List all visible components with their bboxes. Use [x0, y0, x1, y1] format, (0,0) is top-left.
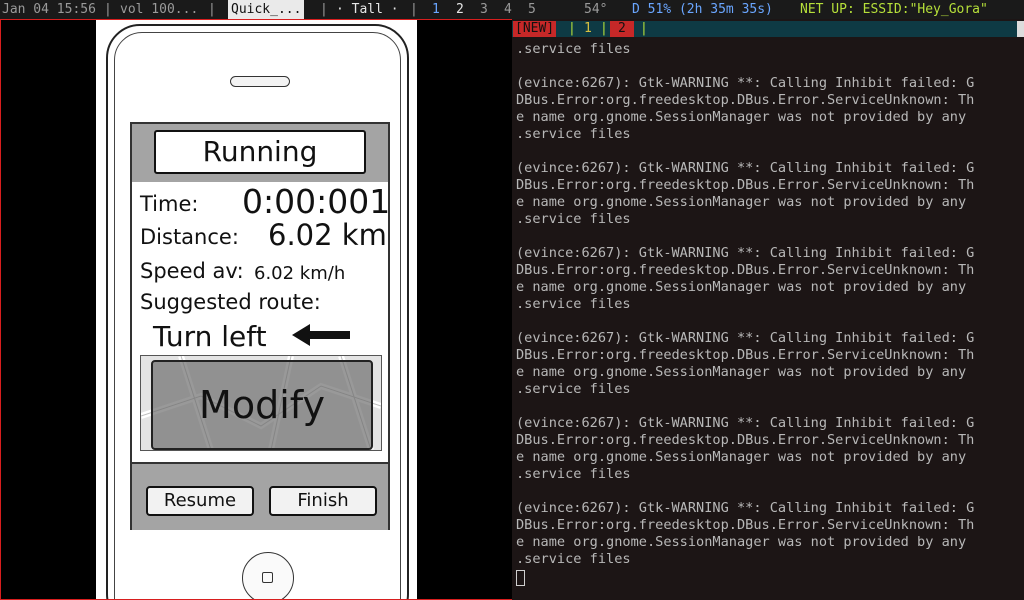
terminal-line: DBus.Error:org.freedesktop.DBus.Error.Se… [516, 262, 975, 278]
terminal-line: e name org.gnome.SessionManager was not … [516, 194, 967, 210]
terminal-line: .service files [516, 296, 631, 312]
home-square-icon [262, 572, 273, 583]
terminal-output[interactable]: .service files (evince:6267): Gtk-WARNIN… [516, 41, 1021, 568]
status-bar: Jan 04 15:56 | vol 100... | Quick_... | … [0, 0, 1024, 19]
battery-status: D 51% (2h 35m 35s) [632, 2, 773, 17]
terminal-line: DBus.Error:org.freedesktop.DBus.Error.Se… [516, 92, 975, 108]
terminal-line: .service files [516, 466, 631, 482]
terminal-window[interactable]: [NEW] | 1 | 2 | .service files (evince:6… [512, 19, 1024, 600]
home-button[interactable] [242, 552, 294, 599]
tmux-tab-bar: [NEW] | 1 | 2 | [512, 21, 1017, 37]
cpu-temperature: 54° [584, 2, 608, 17]
modify-button[interactable]: Modify [151, 360, 373, 450]
terminal-line: e name org.gnome.SessionManager was not … [516, 364, 967, 380]
terminal-line: .service files [516, 126, 631, 142]
tab-separator: | [600, 21, 608, 36]
status-title: Running [154, 130, 366, 174]
network-status: NET UP: ESSID:"Hey_Gora" [800, 2, 988, 17]
active-window-title[interactable]: Quick_... [228, 0, 305, 19]
bar-separator: | [104, 2, 112, 17]
terminal-line: DBus.Error:org.freedesktop.DBus.Error.Se… [516, 517, 975, 533]
tab-separator: | [568, 21, 576, 36]
mockup-canvas: Running Time: 0:00:001 Distance: 6.02 km… [96, 20, 417, 599]
terminal-line: (evince:6267): Gtk-WARNING **: Calling I… [516, 75, 975, 91]
terminal-line: (evince:6267): Gtk-WARNING **: Calling I… [516, 160, 975, 176]
layout-indicator[interactable]: · Tall · [336, 0, 399, 19]
terminal-line: .service files [516, 211, 631, 227]
phone-frame: Running Time: 0:00:001 Distance: 6.02 km… [106, 24, 409, 599]
terminal-line: e name org.gnome.SessionManager was not … [516, 449, 967, 465]
bar-separator: | [410, 2, 418, 17]
terminal-cursor [516, 570, 525, 586]
phone-screen: Running Time: 0:00:001 Distance: 6.02 km… [130, 122, 390, 530]
mockup-window[interactable]: Running Time: 0:00:001 Distance: 6.02 km… [0, 19, 513, 600]
terminal-line: e name org.gnome.SessionManager was not … [516, 279, 967, 295]
terminal-line: e name org.gnome.SessionManager was not … [516, 534, 967, 550]
workspace-2[interactable]: 2 [456, 0, 464, 19]
scrollbar[interactable] [1017, 21, 1024, 37]
speed-label: Speed av: [140, 259, 244, 283]
terminal-line: (evince:6267): Gtk-WARNING **: Calling I… [516, 500, 975, 516]
terminal-line: .service files [516, 551, 631, 567]
distance-value: 6.02 km [268, 218, 387, 252]
resume-button[interactable]: Resume [146, 486, 254, 516]
distance-label: Distance: [140, 225, 239, 249]
tab-2[interactable]: 2 [610, 21, 634, 37]
arrow-left-icon [292, 324, 350, 346]
terminal-line: (evince:6267): Gtk-WARNING **: Calling I… [516, 415, 975, 431]
bar-separator: | [320, 2, 328, 17]
volume-indicator[interactable]: vol 100... [120, 0, 198, 19]
workspace-5[interactable]: 5 [528, 0, 536, 19]
screen-header: Running [132, 124, 388, 182]
bar-separator: | [208, 2, 216, 17]
terminal-line: DBus.Error:org.freedesktop.DBus.Error.Se… [516, 177, 975, 193]
tab-new[interactable]: [NEW] [513, 21, 557, 37]
terminal-line: .service files [516, 41, 631, 57]
terminal-line: e name org.gnome.SessionManager was not … [516, 109, 967, 125]
route-map: Modify [140, 355, 382, 451]
time-value: 0:00:001 [242, 182, 391, 221]
terminal-line: DBus.Error:org.freedesktop.DBus.Error.Se… [516, 432, 975, 448]
route-instruction: Turn left [153, 320, 267, 353]
workspace-3[interactable]: 3 [480, 0, 488, 19]
terminal-line: .service files [516, 381, 631, 397]
terminal-line: (evince:6267): Gtk-WARNING **: Calling I… [516, 245, 975, 261]
terminal-line: (evince:6267): Gtk-WARNING **: Calling I… [516, 330, 975, 346]
finish-button[interactable]: Finish [269, 486, 377, 516]
speed-value: 6.02 km/h [254, 263, 346, 284]
tab-1[interactable]: 1 [584, 21, 592, 37]
route-label: Suggested route: [140, 290, 321, 314]
clock: Jan 04 15:56 [2, 2, 96, 17]
workspace-1[interactable]: 1 [432, 0, 440, 19]
speaker-grill [230, 76, 290, 87]
terminal-line: DBus.Error:org.freedesktop.DBus.Error.Se… [516, 347, 975, 363]
screen-footer: Resume Finish [132, 462, 388, 530]
time-label: Time: [140, 192, 199, 216]
tab-separator: | [640, 21, 648, 36]
workspace-4[interactable]: 4 [504, 0, 512, 19]
